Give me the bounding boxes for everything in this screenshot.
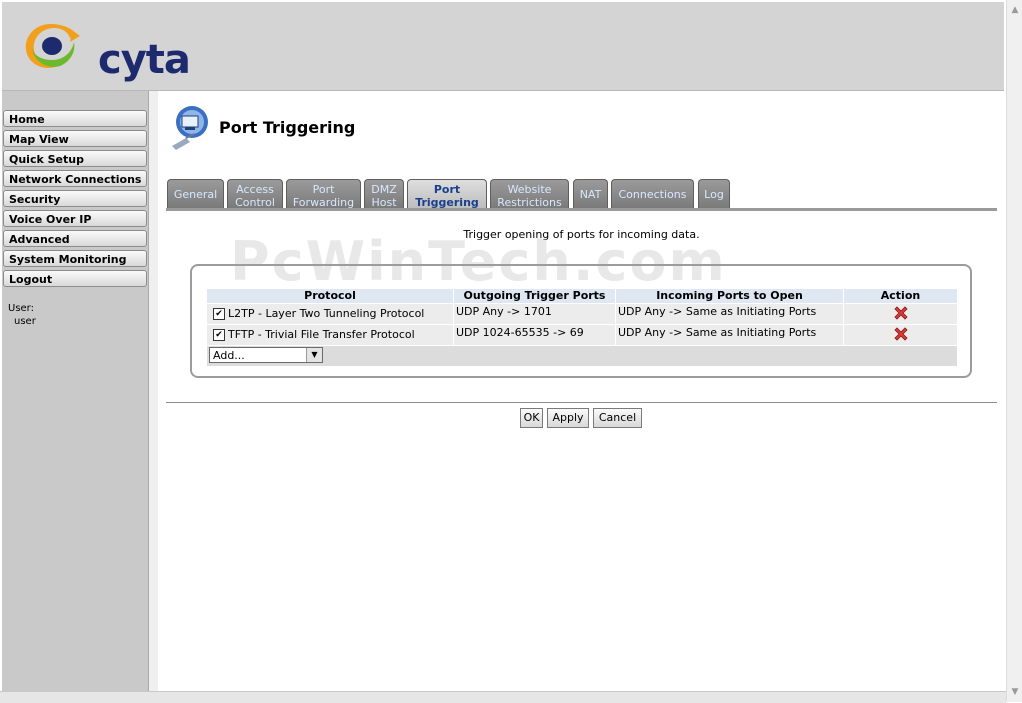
scroll-up-icon[interactable]: ▲ [1007, 2, 1022, 18]
sidebar-item-quick-setup[interactable]: Quick Setup [3, 150, 147, 167]
tab-underline [166, 208, 997, 211]
action-cell [843, 303, 958, 325]
cyta-swirl-icon [25, 24, 80, 69]
horizontal-scrollbar[interactable] [0, 691, 1006, 703]
tab-website-restrictions[interactable]: Website Restrictions [490, 179, 569, 209]
cancel-button[interactable]: Cancel [593, 408, 642, 428]
sidebar-item-map-view[interactable]: Map View [3, 130, 147, 147]
protocol-name: TFTP - Trivial File Transfer Protocol [228, 328, 415, 341]
table-row: ✔ TFTP - Trivial File Transfer Protocol U… [206, 324, 958, 346]
incoming-cell: UDP Any -> Same as Initiating Ports [615, 303, 844, 325]
user-name: user [14, 316, 36, 327]
add-protocol-select[interactable]: Add... ▼ [209, 347, 323, 363]
user-label: User: [8, 303, 34, 314]
incoming-cell: UDP Any -> Same as Initiating Ports [615, 324, 844, 346]
cyta-logo: cyta [18, 16, 198, 83]
add-row: Add... ▼ [206, 345, 958, 367]
footer-divider [166, 402, 997, 403]
tab-access-control[interactable]: Access Control [227, 179, 283, 209]
protocol-cell: ✔ TFTP - Trivial File Transfer Protocol [206, 324, 454, 346]
column-header-outgoing: Outgoing Trigger Ports [453, 288, 616, 304]
apply-button[interactable]: Apply [547, 408, 589, 428]
table-row: ✔ L2TP - Layer Two Tunneling Protocol UDP… [206, 303, 958, 325]
tab-nat[interactable]: NAT [573, 179, 608, 208]
port-trigger-table: Protocol Outgoing Trigger Ports Incoming… [206, 288, 958, 367]
enable-checkbox[interactable]: ✔ [213, 329, 225, 341]
ok-button[interactable]: OK [520, 408, 543, 428]
browser-frame: cyta Home Map View Quick Setup Network C… [0, 0, 1006, 703]
tab-general[interactable]: General [167, 179, 224, 208]
sidebar-item-home[interactable]: Home [3, 110, 147, 127]
column-header-protocol: Protocol [206, 288, 454, 304]
protocol-name: L2TP - Layer Two Tunneling Protocol [228, 307, 425, 320]
action-cell [843, 324, 958, 346]
sidebar-item-system-monitoring[interactable]: System Monitoring [3, 250, 147, 267]
delete-icon[interactable] [893, 305, 909, 321]
sidebar-item-network-connections[interactable]: Network Connections [3, 170, 147, 187]
delete-icon[interactable] [893, 326, 909, 342]
sidebar-nav: Home Map View Quick Setup Network Connec… [2, 91, 149, 691]
tab-log[interactable]: Log [698, 179, 730, 208]
outgoing-cell: UDP 1024-65535 -> 69 [453, 324, 616, 346]
add-cell: Add... ▼ [206, 345, 958, 367]
column-header-incoming: Incoming Ports to Open [615, 288, 844, 304]
tab-port-forwarding[interactable]: Port Forwarding [286, 179, 361, 209]
table-header-row: Protocol Outgoing Trigger Ports Incoming… [206, 288, 958, 304]
tab-port-triggering[interactable]: Port Triggering [407, 179, 487, 209]
scroll-down-icon[interactable]: ▼ [1007, 684, 1022, 700]
sidebar-item-security[interactable]: Security [3, 190, 147, 207]
column-header-action: Action [843, 288, 958, 304]
add-select-value: Add... [213, 349, 245, 362]
port-triggering-icon [168, 102, 216, 152]
outgoing-cell: UDP Any -> 1701 [453, 303, 616, 325]
header-banner: cyta [2, 2, 1004, 91]
page-title: Port Triggering [219, 118, 356, 137]
sidebar-item-advanced[interactable]: Advanced [3, 230, 147, 247]
sidebar-item-logout[interactable]: Logout [3, 270, 147, 287]
sidebar-divider [149, 91, 158, 691]
vertical-scrollbar[interactable]: ▲ ▼ [1006, 0, 1022, 702]
protocol-cell: ✔ L2TP - Layer Two Tunneling Protocol [206, 303, 454, 325]
enable-checkbox[interactable]: ✔ [213, 308, 225, 320]
sidebar-item-voice-over-ip[interactable]: Voice Over IP [3, 210, 147, 227]
tab-dmz-host[interactable]: DMZ Host [364, 179, 404, 209]
brand-name: cyta [98, 37, 191, 83]
chevron-down-icon: ▼ [306, 348, 322, 362]
tab-connections[interactable]: Connections [611, 179, 694, 208]
